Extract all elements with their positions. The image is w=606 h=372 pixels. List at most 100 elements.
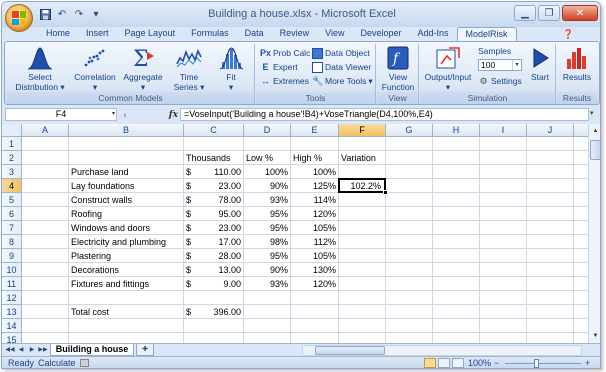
restore-button[interactable]: ❐ — [538, 5, 560, 21]
cell-d8[interactable]: 98% — [246, 235, 288, 249]
cell-e2[interactable]: High % — [293, 151, 336, 165]
row-header-10[interactable]: 10 — [2, 263, 22, 277]
cell-b3[interactable]: Purchase land — [71, 165, 181, 179]
cell-e4[interactable]: 125% — [293, 179, 336, 193]
column-header-j[interactable]: J — [527, 124, 574, 137]
row-header-5[interactable]: 5 — [2, 193, 22, 207]
cell-c2[interactable]: Thousands — [186, 151, 241, 165]
zoom-level[interactable]: 100% — [468, 358, 491, 368]
cell-c5[interactable]: 78.00 — [186, 193, 241, 207]
column-header-e[interactable]: E — [291, 124, 339, 137]
cell-b9[interactable]: Plastering — [71, 249, 181, 263]
normal-view-button[interactable] — [424, 358, 436, 368]
fit-button[interactable]: Fit ▾ — [213, 46, 249, 92]
cell-c11[interactable]: 9.00 — [186, 277, 241, 291]
cell-e10[interactable]: 130% — [293, 263, 336, 277]
column-header-g[interactable]: G — [386, 124, 433, 137]
help-icon[interactable]: ❓ — [563, 29, 574, 40]
cell-d11[interactable]: 93% — [246, 277, 288, 291]
expand-formula-bar-icon[interactable]: ▾ — [590, 109, 599, 120]
correlation-button[interactable]: Correlation ▾ — [73, 46, 117, 92]
cell-d9[interactable]: 95% — [246, 249, 288, 263]
column-header-a[interactable]: A — [22, 124, 69, 137]
close-button[interactable]: ✕ — [562, 5, 598, 21]
row-header-4[interactable]: 4 — [2, 179, 22, 193]
insert-function-button[interactable]: fx — [169, 110, 178, 120]
insert-sheet-icon[interactable]: ✚ — [136, 344, 154, 356]
row-header-9[interactable]: 9 — [2, 249, 22, 263]
scroll-down-icon[interactable]: ▼ — [590, 330, 600, 342]
scroll-up-icon[interactable]: ▲ — [590, 125, 600, 137]
cell-b7[interactable]: Windows and doors — [71, 221, 181, 235]
zoom-out-button[interactable]: − — [494, 358, 499, 368]
active-cell-f4[interactable] — [338, 178, 388, 195]
row-header-15[interactable]: 15 — [2, 333, 22, 343]
cell-b8[interactable]: Electricity and plumbing — [71, 235, 181, 249]
tab-add-ins[interactable]: Add-Ins — [410, 27, 457, 41]
row-header-7[interactable]: 7 — [2, 221, 22, 235]
aggregate-button[interactable]: Σ Aggregate ▾ — [121, 46, 165, 92]
cell-b4[interactable]: Lay foundations — [71, 179, 181, 193]
time-series-button[interactable]: Time Series ▾ — [169, 46, 209, 92]
cell-d4[interactable]: 90% — [246, 179, 288, 193]
vertical-scroll-thumb[interactable] — [590, 140, 600, 160]
select-distribution-button[interactable]: Select Distribution ▾ — [11, 46, 69, 92]
tab-view[interactable]: View — [317, 27, 352, 41]
row-header-11[interactable]: 11 — [2, 277, 22, 291]
view-function-button[interactable]: f View Function — [379, 46, 417, 92]
minimize-button[interactable]: ▁ — [514, 5, 536, 21]
tab-page-layout[interactable]: Page Layout — [117, 27, 184, 41]
sheet-tab-building-a-house[interactable]: Building a house — [50, 344, 134, 356]
row-header-12[interactable]: 12 — [2, 291, 22, 305]
horizontal-scroll-thumb[interactable] — [315, 346, 385, 355]
cell-d2[interactable]: Low % — [246, 151, 288, 165]
cell-c8[interactable]: 17.00 — [186, 235, 241, 249]
prob-calc-button[interactable]: Px Prob Calc ▾ — [260, 47, 317, 59]
row-header-2[interactable]: 2 — [2, 151, 22, 165]
data-viewer-button[interactable]: Data Viewer — [312, 61, 371, 73]
cell-d3[interactable]: 100% — [246, 165, 288, 179]
cell-c13[interactable]: 396.00 — [186, 305, 241, 319]
cell-e8[interactable]: 112% — [293, 235, 336, 249]
zoom-slider[interactable] — [505, 363, 581, 364]
horizontal-scrollbar[interactable] — [302, 345, 582, 356]
cell-c4[interactable]: 23.00 — [186, 179, 241, 193]
cell-b10[interactable]: Decorations — [71, 263, 181, 277]
formula-bar-handle-icon[interactable]: ◖ — [122, 110, 127, 120]
column-header-c[interactable]: C — [184, 124, 244, 137]
formula-input[interactable]: =VoseInput('Building a house'!B4)+VoseTr… — [180, 108, 589, 121]
vertical-scrollbar[interactable]: ▲ ▼ — [588, 124, 600, 343]
cell-c10[interactable]: 13.00 — [186, 263, 241, 277]
tab-developer[interactable]: Developer — [352, 27, 409, 41]
cell-f2[interactable]: Variation — [341, 151, 383, 165]
cell-e5[interactable]: 114% — [293, 193, 336, 207]
start-button[interactable]: Start — [526, 46, 554, 82]
column-header-d[interactable]: D — [244, 124, 291, 137]
cell-d10[interactable]: 90% — [246, 263, 288, 277]
data-object-button[interactable]: Data Object — [312, 47, 370, 59]
last-sheet-icon[interactable]: ▶▶ — [38, 345, 48, 355]
status-calculate[interactable]: Calculate — [38, 358, 76, 368]
zoom-slider-thumb[interactable] — [534, 359, 539, 368]
next-sheet-icon[interactable]: ▶ — [27, 345, 37, 355]
cell-c9[interactable]: 28.00 — [186, 249, 241, 263]
expert-button[interactable]: E Expert — [260, 61, 297, 73]
output-input-button[interactable]: Output/Input ▾ — [422, 46, 474, 92]
column-header-i[interactable]: I — [480, 124, 527, 137]
cell-e3[interactable]: 100% — [293, 165, 336, 179]
cell-b6[interactable]: Roofing — [71, 207, 181, 221]
office-button[interactable] — [5, 4, 33, 32]
macro-record-icon[interactable] — [80, 359, 89, 367]
more-tools-button[interactable]: 🔧 More Tools ▾ — [312, 75, 373, 87]
prev-sheet-icon[interactable]: ◀ — [16, 345, 26, 355]
row-header-14[interactable]: 14 — [2, 319, 22, 333]
row-header-3[interactable]: 3 — [2, 165, 22, 179]
samples-input[interactable]: 100 ▾ — [478, 59, 522, 71]
tab-modelrisk[interactable]: ModelRisk — [456, 27, 517, 41]
cell-e9[interactable]: 105% — [293, 249, 336, 263]
results-button[interactable]: Results — [559, 46, 595, 82]
cell-d5[interactable]: 93% — [246, 193, 288, 207]
cell-d7[interactable]: 95% — [246, 221, 288, 235]
cell-e7[interactable]: 105% — [293, 221, 336, 235]
tab-home[interactable]: Home — [38, 27, 78, 41]
